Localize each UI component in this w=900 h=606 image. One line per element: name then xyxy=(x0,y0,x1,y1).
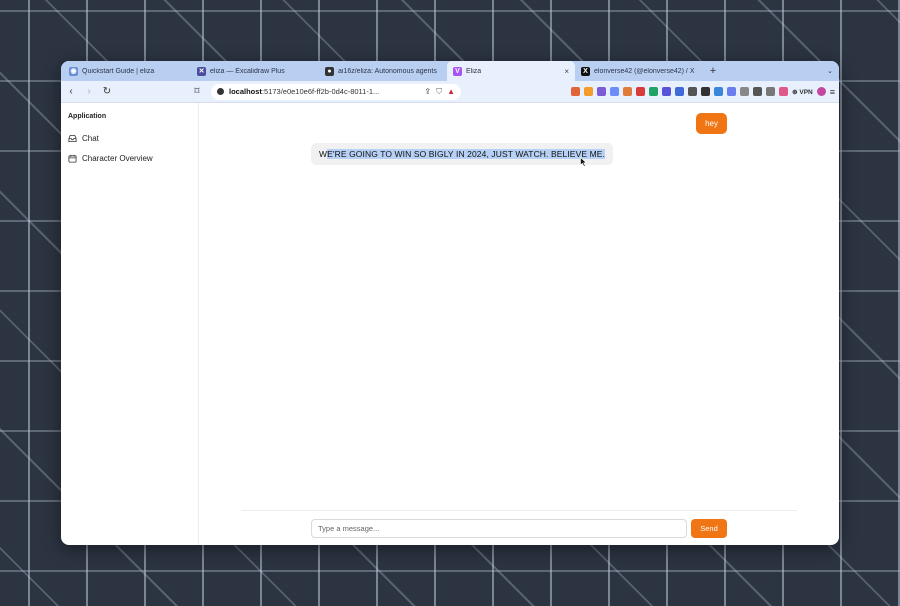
sidebar-item-label: Chat xyxy=(82,133,99,143)
send-button[interactable]: Send xyxy=(691,519,727,538)
extensions-area: ⊕ VPN ≡ xyxy=(571,87,835,97)
x-icon: X xyxy=(581,66,590,76)
extension-icon[interactable] xyxy=(740,87,750,96)
text-cursor-icon xyxy=(580,157,587,167)
extension-icon[interactable] xyxy=(649,87,659,96)
tab-title: Eliza xyxy=(466,67,482,75)
chat-area: hey WE'RE GOING TO WIN SO BIGLY IN 2024,… xyxy=(199,103,839,545)
browser-toolbar: ‹ › ↻ ⌑ localhost:5173/e0e10e6f-ff2b-0d4… xyxy=(61,81,839,103)
browser-window: ◉ Quickstart Guide | eliza ✕ eliza — Excali… xyxy=(61,61,839,545)
address-url: localhost:5173/e0e10e6f-ff2b-0d4c-8011-1… xyxy=(229,87,380,96)
share-icon[interactable]: ⇪ xyxy=(424,87,431,96)
extension-icon[interactable] xyxy=(714,87,724,96)
reload-icon[interactable]: ↻ xyxy=(101,86,113,97)
tab-title: ai16z/eliza: Autonomous agents xyxy=(338,67,437,75)
extension-icon[interactable] xyxy=(675,87,685,96)
extension-icon[interactable] xyxy=(662,87,672,96)
app-content: Application Chat Character Overview hey … xyxy=(61,103,839,545)
extension-icon[interactable] xyxy=(571,87,581,96)
tab-title: eliza — Excalidraw Plus xyxy=(210,67,285,75)
new-tab-button[interactable]: + xyxy=(703,61,723,81)
agent-message: WE'RE GOING TO WIN SO BIGLY IN 2024, JUS… xyxy=(311,143,613,165)
browser-tab[interactable]: V Eliza × xyxy=(447,61,575,81)
tab-title: elonverse42 (@elonverse42) / X xyxy=(594,67,695,75)
back-icon[interactable]: ‹ xyxy=(65,86,77,97)
message-composer: Send xyxy=(311,519,727,538)
extension-icon[interactable] xyxy=(766,87,776,96)
brave-rewards-icon[interactable]: ▲ xyxy=(447,87,455,96)
extension-icon[interactable] xyxy=(636,87,646,96)
browser-tab[interactable]: ● ai16z/eliza: Autonomous agents xyxy=(319,61,447,81)
site-info-icon[interactable] xyxy=(217,88,224,95)
browser-tab[interactable]: ◉ Quickstart Guide | eliza xyxy=(63,61,191,81)
brave-shields-icon[interactable]: ⛉ xyxy=(436,87,442,97)
menu-icon[interactable]: ≡ xyxy=(830,87,835,97)
vite-icon: V xyxy=(453,66,462,76)
extension-icon[interactable] xyxy=(701,87,711,96)
browser-tab[interactable]: ✕ eliza — Excalidraw Plus xyxy=(191,61,319,81)
tab-title: Quickstart Guide | eliza xyxy=(82,67,155,75)
extension-icon[interactable] xyxy=(753,87,763,96)
extension-icon[interactable] xyxy=(727,87,737,96)
user-message: hey xyxy=(696,113,727,134)
tab-strip: ◉ Quickstart Guide | eliza ✕ eliza — Excali… xyxy=(61,61,839,81)
calendar-icon xyxy=(68,154,77,163)
sidebar: Application Chat Character Overview xyxy=(61,103,199,545)
sidebar-group-label: Application xyxy=(68,113,107,120)
excalidraw-icon: ✕ xyxy=(197,66,206,76)
message-input[interactable] xyxy=(311,519,687,538)
vpn-button[interactable]: ⊕ VPN xyxy=(792,88,813,96)
sidebar-item-character-overview[interactable]: Character Overview xyxy=(68,148,191,168)
extension-icon[interactable] xyxy=(610,87,620,96)
extension-icon[interactable] xyxy=(779,87,789,96)
github-icon: ● xyxy=(325,66,334,76)
browser-tab[interactable]: Xelonverse42 (@elonverse42) / X xyxy=(575,61,703,81)
bookmark-icon[interactable]: ⌑ xyxy=(191,86,203,97)
leo-icon[interactable] xyxy=(816,87,826,96)
extension-icon[interactable] xyxy=(584,87,594,96)
extension-icon[interactable] xyxy=(623,87,633,96)
sidebar-item-chat[interactable]: Chat xyxy=(68,128,191,148)
selected-text: E'RE GOING TO WIN SO BIGLY IN 2024, JUST… xyxy=(327,149,605,159)
inbox-icon xyxy=(68,134,77,142)
forward-icon[interactable]: › xyxy=(83,86,95,97)
close-tab-icon[interactable]: × xyxy=(564,67,569,76)
extension-icon[interactable] xyxy=(597,87,607,96)
eliza-docs-icon: ◉ xyxy=(69,66,78,76)
composer-divider xyxy=(241,510,797,511)
tab-list-button[interactable]: ⌄ xyxy=(821,61,839,81)
sidebar-item-label: Character Overview xyxy=(82,153,153,163)
extension-icon[interactable] xyxy=(688,87,698,96)
address-bar[interactable]: localhost:5173/e0e10e6f-ff2b-0d4c-8011-1… xyxy=(211,83,461,100)
